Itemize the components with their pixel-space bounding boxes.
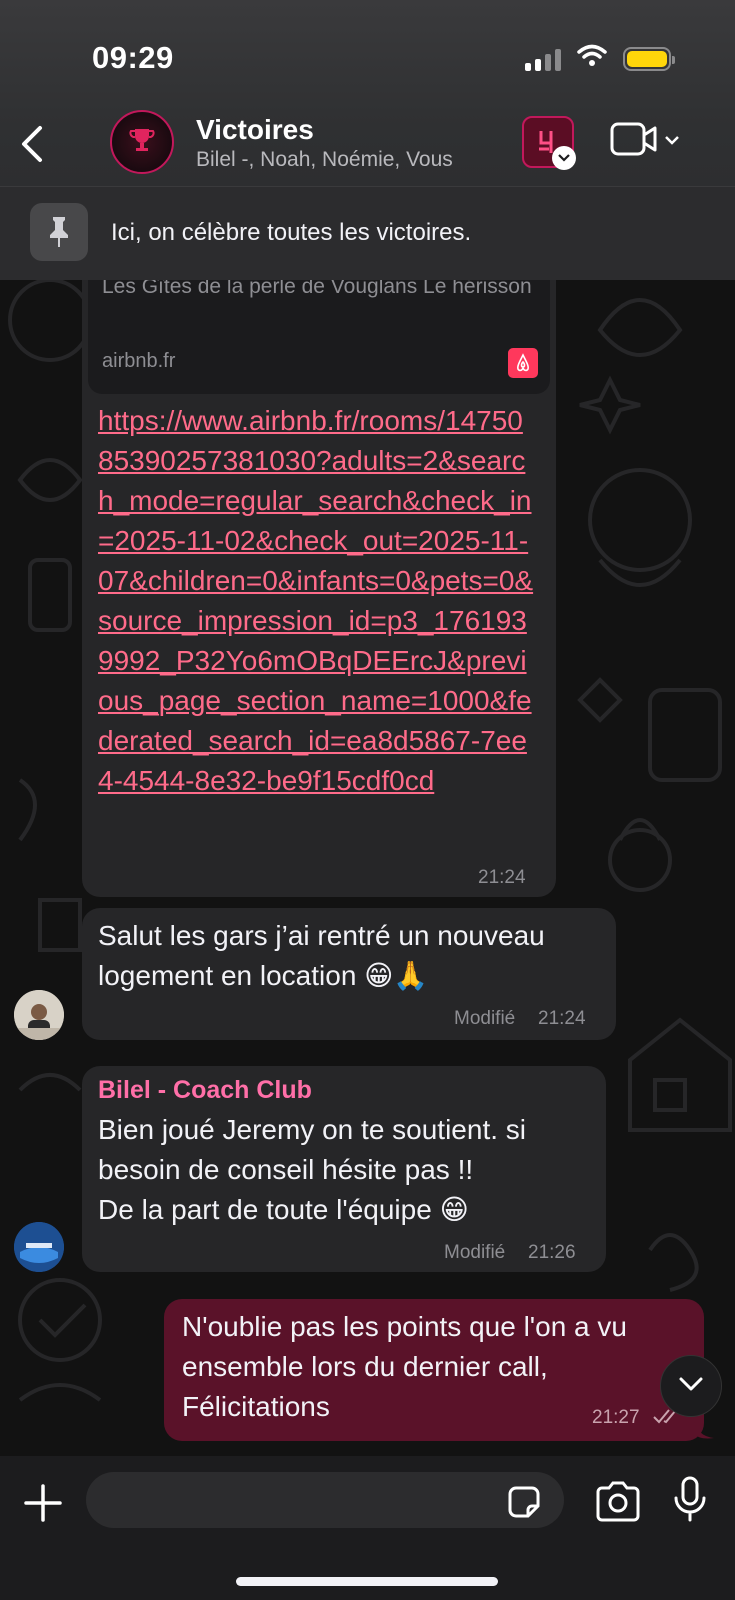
status-icons [525, 44, 675, 73]
chat-title[interactable]: Victoires [196, 114, 314, 146]
link-preview-card[interactable]: Les Gîtes de la perle de Vouglans Le hér… [88, 275, 550, 394]
mic-icon [672, 1476, 708, 1528]
edited-label: Modifié [444, 1242, 506, 1263]
group-avatar[interactable] [110, 110, 174, 174]
avatar-bilel[interactable] [14, 1222, 64, 1272]
sender-name[interactable]: Bilel - Coach Club [98, 1076, 312, 1105]
avatar-jeremy[interactable] [14, 990, 64, 1040]
message-text-line: N'oublie pas les points que l'on a vu [182, 1311, 627, 1342]
back-button[interactable] [14, 120, 54, 168]
message-text-line: Salut les gars j’ai rentré un nouveau [98, 920, 545, 951]
pinned-message-text: Ici, on célèbre toutes les victoires. [111, 219, 472, 246]
airbnb-url-link[interactable]: https://www.airbnb.fr/rooms/147508539025… [98, 401, 538, 801]
link-preview-domain: airbnb.fr [102, 350, 176, 372]
wifi-icon [577, 44, 607, 73]
message-time: 21:24 [478, 867, 526, 888]
chat-members[interactable]: Bilel -, Noah, Noémie, Vous [196, 148, 453, 172]
chevron-down-icon [664, 133, 680, 151]
edited-label: Modifié [454, 1008, 516, 1029]
message-text-line: logement en location 😁🙏 [98, 960, 429, 991]
chevron-down-icon [678, 1376, 704, 1397]
message-time: 21:26 [528, 1242, 576, 1263]
signal-icon [525, 47, 561, 71]
video-call-button[interactable] [610, 122, 680, 161]
message-text-line: besoin de conseil hésite pas !! [98, 1154, 474, 1185]
battery-icon [623, 46, 675, 71]
microphone-button[interactable] [672, 1476, 708, 1524]
attach-button[interactable] [22, 1482, 64, 1524]
message-bubble-new-listing[interactable]: Salut les gars j’ai rentré un nouveau lo… [82, 908, 616, 1040]
sticker-icon [506, 1486, 542, 1524]
bubble-tail [694, 1418, 714, 1439]
pin-icon [30, 203, 88, 261]
message-text-line: ensemble lors du dernier call, [182, 1351, 548, 1382]
message-time: 21:27 [592, 1407, 640, 1428]
plus-icon [22, 1484, 64, 1528]
message-time: 21:24 [538, 1008, 586, 1029]
pinned-message-bar[interactable]: Ici, on célèbre toutes les victoires. [0, 186, 735, 280]
status-time: 09:29 [92, 40, 174, 75]
trophy-icon [127, 125, 157, 160]
sticker-button[interactable] [506, 1484, 542, 1520]
scroll-to-bottom-button[interactable] [660, 1355, 722, 1417]
chevron-badge-icon [552, 146, 576, 170]
message-input[interactable] [86, 1472, 564, 1528]
message-text-line: Félicitations [182, 1391, 330, 1422]
message-bubble-coach[interactable]: Bilel - Coach Club Bien joué Jeremy on t… [82, 1066, 606, 1272]
outgoing-message-bubble[interactable]: N'oublie pas les points que l'on a vu en… [164, 1299, 704, 1441]
message-text-line: De la part de toute l'équipe 😁 [98, 1194, 469, 1225]
airbnb-icon [508, 348, 538, 378]
home-indicator[interactable] [236, 1577, 498, 1586]
back-chevron-icon [14, 126, 54, 172]
camera-button[interactable] [594, 1480, 642, 1522]
camera-icon [594, 1481, 642, 1526]
message-text-line: Bien joué Jeremy on te soutient. si [98, 1114, 527, 1145]
video-call-icon [610, 122, 658, 161]
